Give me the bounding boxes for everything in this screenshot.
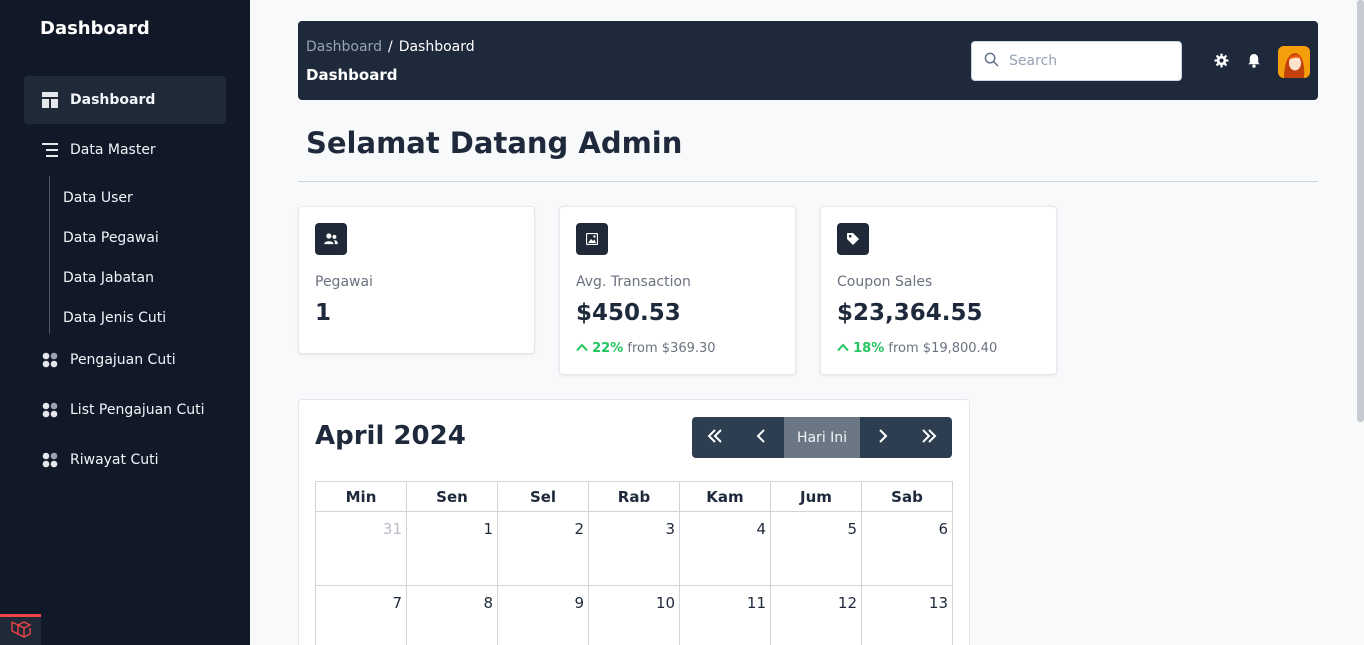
calendar-day-cell[interactable]: 10: [588, 585, 680, 645]
calendar-day-cell[interactable]: 11: [679, 585, 771, 645]
breadcrumb: Dashboard / Dashboard: [306, 39, 475, 55]
sidebar-item-label: List Pengajuan Cuti: [70, 402, 205, 418]
sidebar-item-label: Dashboard: [70, 92, 156, 108]
sidebar-item-list-pengajuan-cuti[interactable]: List Pengajuan Cuti: [24, 386, 226, 434]
next-year-button[interactable]: [906, 417, 952, 458]
calendar-day-cell[interactable]: 31: [315, 511, 407, 586]
sidebar-item-riwayat-cuti[interactable]: Riwayat Cuti: [24, 436, 226, 484]
sidebar-item-label: Pengajuan Cuti: [70, 352, 176, 368]
sidebar-item-label: Data Master: [70, 142, 156, 158]
breadcrumb-separator: /: [387, 39, 393, 55]
calendar-day-cell[interactable]: 1: [406, 511, 498, 586]
calendar-day-cell[interactable]: 2: [497, 511, 589, 586]
stat-change-from: from $369.30: [627, 341, 716, 356]
calendar-day-cell[interactable]: 6: [861, 511, 953, 586]
calendar-week-row: 7 8 9 10 11 12 13: [315, 585, 953, 645]
sidebar-item-pengajuan-cuti[interactable]: Pengajuan Cuti: [24, 336, 226, 384]
tag-icon: [837, 223, 869, 255]
prev-month-button[interactable]: [738, 417, 784, 458]
calendar: April 2024 Hari Ini Min Sen Sel Rab Kam …: [298, 399, 970, 645]
breadcrumb-current: Dashboard: [398, 39, 475, 55]
sidebar-item-dashboard[interactable]: Dashboard: [24, 76, 226, 124]
stat-label: Pegawai: [315, 274, 373, 290]
top-header: Dashboard / Dashboard Dashboard: [298, 21, 1318, 100]
search-box[interactable]: [971, 41, 1182, 81]
dots-grid-icon: [41, 402, 58, 419]
stat-change: 18% from $19,800.40: [837, 341, 997, 356]
weekday-header: Rab: [588, 481, 680, 512]
weekday-header: Kam: [679, 481, 771, 512]
stat-value: $450.53: [576, 300, 681, 326]
trend-up-icon: [837, 341, 849, 356]
search-input[interactable]: [1009, 53, 1169, 69]
chevron-left-icon: [756, 428, 766, 447]
dots-grid-icon: [41, 352, 58, 369]
trend-up-icon: [576, 341, 588, 356]
sidebar-item-label: Riwayat Cuti: [70, 452, 159, 468]
sidebar-subitem-data-jenis-cuti[interactable]: Data Jenis Cuti: [63, 310, 166, 326]
calendar-day-cell[interactable]: 8: [406, 585, 498, 645]
stat-label: Avg. Transaction: [576, 274, 691, 290]
stat-label: Coupon Sales: [837, 274, 933, 290]
prev-year-button[interactable]: [692, 417, 738, 458]
calendar-week-row: 31 1 2 3 4 5 6: [315, 511, 953, 586]
stat-value: 1: [315, 300, 332, 326]
bell-icon[interactable]: [1245, 52, 1262, 69]
sidebar-subitem-data-pegawai[interactable]: Data Pegawai: [63, 230, 159, 246]
stat-change-percent: 22%: [592, 341, 624, 356]
laravel-debugbar-button[interactable]: [0, 614, 41, 645]
gear-icon[interactable]: [1213, 52, 1230, 69]
divider: [298, 181, 1318, 182]
weekday-header: Sab: [861, 481, 953, 512]
weekday-header: Min: [315, 481, 407, 512]
weekday-header: Jum: [770, 481, 862, 512]
calendar-day-cell[interactable]: 7: [315, 585, 407, 645]
search-icon: [984, 52, 999, 71]
weekday-header: Sen: [406, 481, 498, 512]
today-button[interactable]: Hari Ini: [784, 417, 860, 458]
stat-card-pegawai: Pegawai 1: [298, 206, 535, 354]
next-month-button[interactable]: [860, 417, 906, 458]
sidebar-subitem-data-jabatan[interactable]: Data Jabatan: [63, 270, 154, 286]
double-chevron-left-icon: [707, 428, 723, 447]
layout-icon: [41, 92, 58, 109]
menu-lines-icon: [41, 142, 58, 159]
double-chevron-right-icon: [921, 428, 937, 447]
laravel-logo-icon: [10, 619, 32, 643]
calendar-nav: Hari Ini: [692, 417, 952, 458]
stat-change-from: from $19,800.40: [888, 341, 998, 356]
dots-grid-icon: [41, 452, 58, 469]
page-title: Dashboard: [306, 66, 398, 84]
welcome-heading: Selamat Datang Admin: [306, 126, 683, 160]
sidebar-brand[interactable]: Dashboard: [40, 18, 150, 39]
calendar-grid: Min Sen Sel Rab Kam Jum Sab 31 1 2 3 4 5…: [315, 481, 953, 645]
stat-value: $23,364.55: [837, 300, 983, 326]
calendar-day-cell[interactable]: 13: [861, 585, 953, 645]
page-scrollbar[interactable]: [1357, 0, 1364, 422]
calendar-day-cell[interactable]: 4: [679, 511, 771, 586]
weekday-header: Sel: [497, 481, 589, 512]
calendar-day-cell[interactable]: 12: [770, 585, 862, 645]
sidebar: Dashboard Dashboard Data Master Data Use…: [0, 0, 250, 645]
stat-change-percent: 18%: [853, 341, 885, 356]
stat-card-coupon-sales: Coupon Sales $23,364.55 18% from $19,800…: [820, 206, 1057, 375]
calendar-title: April 2024: [315, 421, 466, 451]
calendar-day-cell[interactable]: 5: [770, 511, 862, 586]
chevron-right-icon: [878, 428, 888, 447]
avatar[interactable]: [1278, 46, 1310, 78]
data-master-submenu: Data User Data Pegawai Data Jabatan Data…: [49, 176, 166, 334]
sidebar-item-data-master[interactable]: Data Master: [24, 126, 226, 174]
image-icon: [576, 223, 608, 255]
calendar-day-cell[interactable]: 9: [497, 585, 589, 645]
breadcrumb-link[interactable]: Dashboard: [306, 39, 382, 55]
stat-card-avg-transaction: Avg. Transaction $450.53 22% from $369.3…: [559, 206, 796, 375]
sidebar-subitem-data-user[interactable]: Data User: [63, 190, 133, 206]
users-icon: [315, 223, 347, 255]
calendar-day-cell[interactable]: 3: [588, 511, 680, 586]
stat-change: 22% from $369.30: [576, 341, 716, 356]
weekday-header-row: Min Sen Sel Rab Kam Jum Sab: [315, 481, 953, 512]
